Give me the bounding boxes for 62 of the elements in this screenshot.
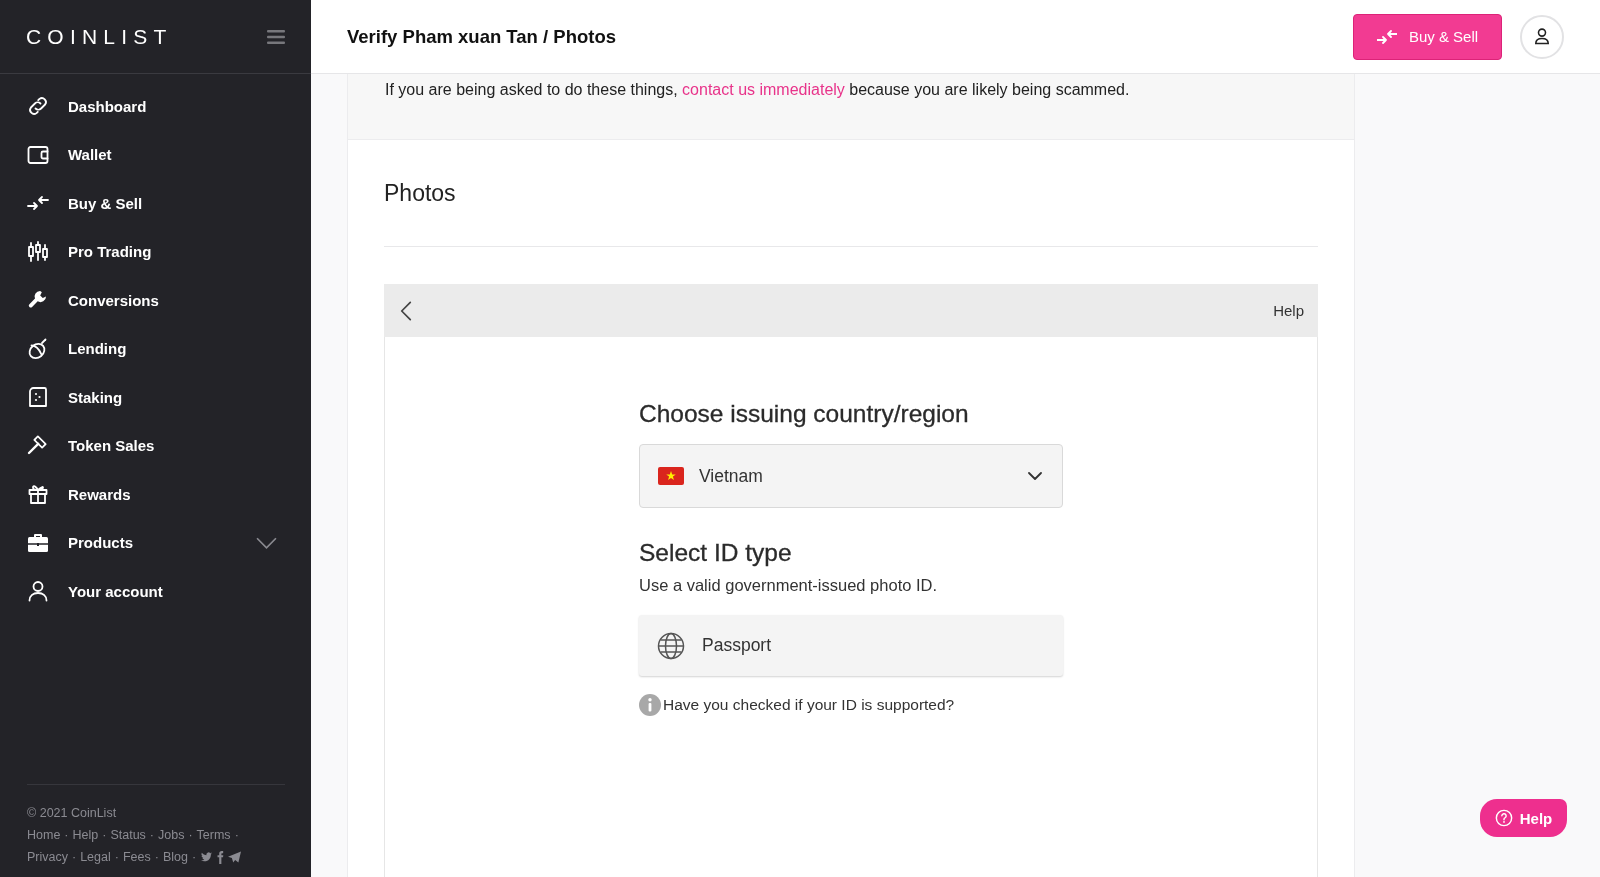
menu-icon[interactable] <box>267 29 285 44</box>
hint-text: Use a valid government-issued photo ID. <box>639 575 939 596</box>
footer-link[interactable]: Terms <box>196 828 231 842</box>
help-button[interactable]: Help <box>1480 799 1567 837</box>
nav-item[interactable]: Products <box>0 518 311 567</box>
chevron-down-icon <box>1028 472 1042 480</box>
footer-link[interactable]: Privacy <box>27 850 68 864</box>
footer-link[interactable]: Legal <box>80 850 111 864</box>
chevron-down-icon[interactable] <box>256 536 277 549</box>
copyright-text: © 2021 CoinList <box>27 805 118 822</box>
nav-item[interactable]: Lending <box>0 324 311 373</box>
footer-link[interactable]: Fees <box>122 850 151 864</box>
dot-separator: · <box>102 828 107 842</box>
nav-item[interactable]: Staking <box>0 373 311 422</box>
dot-separator: · <box>154 850 159 864</box>
country-select[interactable]: Vietnam <box>639 444 1063 508</box>
footer-link[interactable]: Jobs <box>158 828 185 842</box>
dot-separator: · <box>191 850 197 864</box>
chevron-left-icon[interactable] <box>400 299 412 322</box>
flag-icon <box>658 467 684 485</box>
nav-item[interactable]: Your account <box>0 567 311 616</box>
candlestick-icon <box>26 239 50 264</box>
dot-separator: · <box>188 828 193 842</box>
contact-link[interactable]: contact us immediately <box>682 81 845 98</box>
nav-item[interactable]: Dashboard <box>0 82 311 131</box>
bird-icon[interactable] <box>200 851 214 863</box>
section-title: Photos <box>384 179 457 208</box>
footer-link[interactable]: Status <box>110 828 146 842</box>
dot-separator: · <box>234 828 239 842</box>
paper-plane-icon[interactable] <box>228 851 242 863</box>
support-note-text: Have you checked if your ID is supported? <box>663 696 955 714</box>
nav-item[interactable]: Rewards <box>0 470 311 519</box>
dot-separator: · <box>114 850 119 864</box>
nav-item[interactable]: Conversions <box>0 276 311 325</box>
nav-item[interactable]: Buy & Sell <box>0 179 311 228</box>
page-title: Verify Pham xuan Tan / Photos <box>347 25 616 48</box>
footer-link[interactable]: Home <box>27 828 61 842</box>
nav-item[interactable]: Token Sales <box>0 421 311 470</box>
arrows-icon <box>1376 29 1397 44</box>
dot-separator: · <box>64 828 69 842</box>
form-heading: Select ID type <box>639 538 793 568</box>
account-button[interactable] <box>1520 14 1564 59</box>
logo-wordmark[interactable]: COINLIST <box>26 24 173 49</box>
dotted-card-icon <box>26 385 50 410</box>
buy-sell-button[interactable]: Buy & Sell <box>1353 13 1502 60</box>
f-logo-icon[interactable] <box>217 850 225 864</box>
nav-item[interactable]: Wallet <box>0 130 311 179</box>
help-link[interactable]: Help <box>1273 302 1304 319</box>
gift-icon <box>26 482 50 507</box>
id-type-option[interactable]: Passport <box>639 615 1063 676</box>
info-icon <box>639 694 661 716</box>
dot-separator: · <box>149 828 154 842</box>
person-icon <box>26 579 50 604</box>
footer-link[interactable]: Help <box>72 828 99 842</box>
globe-icon <box>657 631 685 660</box>
nav-item[interactable]: Pro Trading <box>0 227 311 276</box>
scam-warning-text: If you are being asked to do these things, contact us immediately because you are likely being scammed. <box>385 80 1131 100</box>
question-icon <box>1494 809 1513 827</box>
footer-link[interactable]: Blog <box>162 850 188 864</box>
person-icon <box>1535 28 1549 45</box>
dot-separator: · <box>72 850 77 864</box>
form-heading: Choose issuing country/region <box>639 399 970 429</box>
